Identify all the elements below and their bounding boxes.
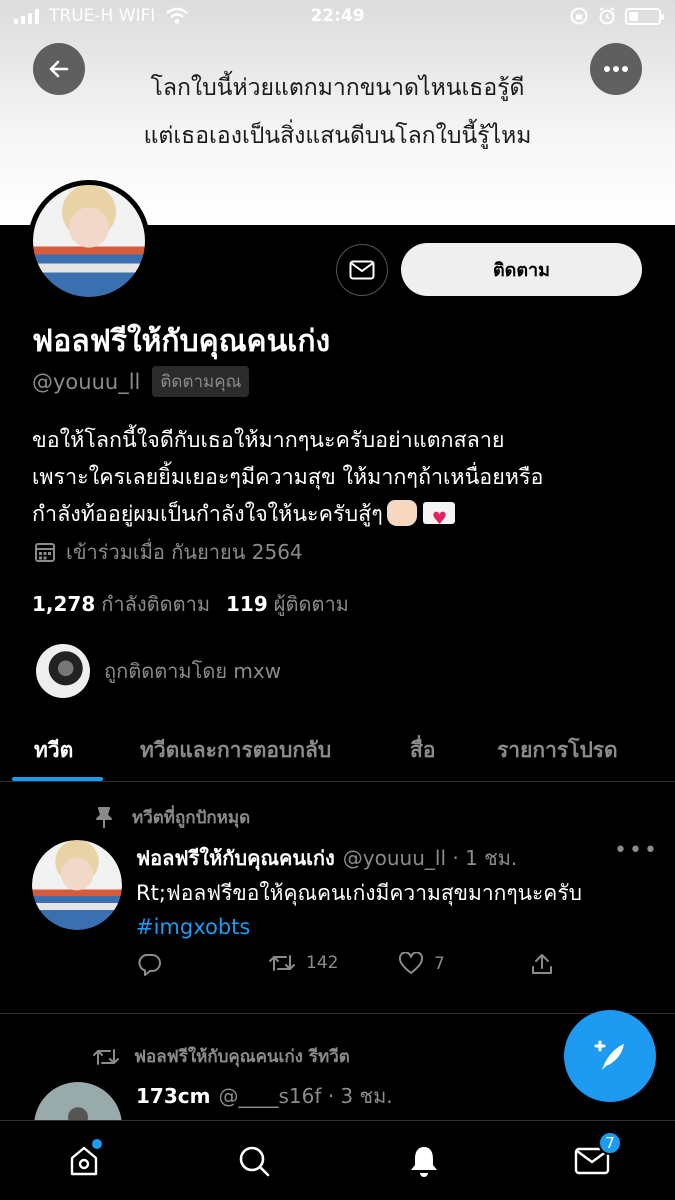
tab-tweets-replies[interactable]: ทวีตและการตอบกลับ <box>140 734 331 767</box>
bio-line: กำลังท้ออยู่ผมเป็นกำลังใจให้นะครับสู้ๆ <box>32 502 383 527</box>
tweet-author-name[interactable]: ฟอลฟรีให้กับคุณคนเก่ง <box>136 842 335 874</box>
retweeted-by-label: ฟอลฟรีให้กับคุณคนเก่ง รีทวีต <box>134 1047 350 1067</box>
following-count: 1,278 <box>32 592 96 616</box>
tweet-divider <box>0 1013 675 1014</box>
avatar-image <box>33 185 145 297</box>
profile-display-name: ฟอลฟรีให้กับคุณคนเก่ง <box>32 324 331 359</box>
battery-icon <box>625 7 664 25</box>
tweet-header: ฟอลฟรีให้กับคุณคนเก่ง @youuu_ll · 1 ชม. <box>136 842 517 874</box>
more-options-button[interactable] <box>590 43 642 95</box>
reply-button[interactable] <box>136 952 162 976</box>
bottom-navigation: 7 <box>0 1120 675 1200</box>
bio-line-last: กำลังท้ออยู่ผมเป็นกำลังใจให้นะครับสู้ๆ <box>32 496 652 538</box>
mail-icon <box>349 260 375 280</box>
banner-text-line1: โลกใบนี้ห่วยแตกมากขนาดไหนเธอรู้ดี <box>150 75 525 101</box>
compose-feather-icon <box>594 1040 624 1070</box>
profile-handle: @youuu_ll <box>32 369 141 394</box>
back-button[interactable] <box>33 43 85 95</box>
fist-emoji-icon <box>386 500 417 526</box>
search-icon <box>239 1146 270 1177</box>
active-tab-indicator <box>12 777 103 781</box>
tweet-author-name[interactable]: 173cm <box>136 1084 210 1108</box>
alarm-icon <box>599 7 615 25</box>
love-letter-emoji-icon <box>422 501 455 538</box>
handle-row: @youuu_ll ติดตามคุณ <box>32 366 250 397</box>
tab-media[interactable]: สื่อ <box>410 734 435 767</box>
tweet-text[interactable]: Rt;ฟอลฟรีขอให้คุณคนเก่งมีความสุขมากๆนะคร… <box>136 876 646 944</box>
retweet-icon <box>269 955 295 971</box>
joined-date: เข้าร่วมเมื่อ กันยายน 2564 <box>34 536 303 568</box>
followed-by-row[interactable]: ถูกติดตามโดย mxw <box>36 644 281 698</box>
bell-icon <box>411 1147 437 1177</box>
bio-line: ขอให้โลกนี้ใจดีกับเธอให้มากๆนะครับอย่าแต… <box>32 428 505 453</box>
tweet-actions: 142 7 <box>136 952 566 982</box>
hashtag-link[interactable]: #imgxobts <box>136 915 250 939</box>
more-horizontal-icon <box>604 66 628 72</box>
nav-home[interactable] <box>64 1139 104 1181</box>
follows-you-badge: ติดตามคุณ <box>152 366 250 397</box>
like-count: 7 <box>434 954 445 974</box>
pinned-indicator: ทวีตที่ถูกปักหมุด <box>92 804 250 831</box>
nav-notifications[interactable] <box>404 1141 444 1181</box>
following-link[interactable]: 1,278 กำลังติดตาม <box>32 588 210 620</box>
follow-button[interactable]: ติดตาม <box>401 243 642 296</box>
follow-stats: 1,278 กำลังติดตาม 119 ผู้ติดตาม <box>32 588 349 620</box>
tweet-author-avatar[interactable] <box>32 840 122 930</box>
share-icon <box>532 954 552 974</box>
reply-icon <box>138 954 161 976</box>
status-bar: TRUE-H WIFI 22:49 <box>0 0 675 34</box>
like-button[interactable]: 7 <box>398 952 445 976</box>
avatar-image <box>32 840 122 930</box>
tab-tweets[interactable]: ทวีต <box>34 734 73 767</box>
nav-messages[interactable]: 7 <box>572 1131 622 1181</box>
message-button[interactable] <box>336 244 388 296</box>
follower-avatar <box>36 644 90 698</box>
tweet-header: 173cm @____s16f · 3 ชม. <box>136 1080 393 1112</box>
retweet-count: 142 <box>306 953 339 973</box>
calendar-icon <box>35 543 55 562</box>
followers-link[interactable]: 119 ผู้ติดตาม <box>226 588 349 620</box>
nav-search[interactable] <box>234 1141 274 1181</box>
followers-count: 119 <box>226 592 268 616</box>
following-label: กำลังติดตาม <box>101 592 211 616</box>
compose-tweet-button[interactable] <box>564 1010 656 1102</box>
followers-label: ผู้ติดตาม <box>273 592 349 616</box>
rotation-lock-icon <box>570 7 588 25</box>
banner-text-line2: แต่เธอเองเป็นสิ่งแสนดีบนโลกใบนี้รู้ไหม <box>143 123 532 149</box>
heart-icon <box>398 952 424 974</box>
pinned-label: ทวีตที่ถูกปักหมุด <box>132 808 251 828</box>
tweet-handle-time: @____s16f · 3 ชม. <box>218 1084 393 1108</box>
share-button[interactable] <box>530 952 554 976</box>
retweet-button[interactable]: 142 <box>268 952 338 974</box>
retweet-icon <box>93 1048 119 1065</box>
profile-bio: ขอให้โลกนี้ใจดีกับเธอให้มากๆนะครับอย่าแต… <box>32 422 652 538</box>
tweet-handle-time: @youuu_ll · 1 ชม. <box>342 846 518 870</box>
new-content-dot <box>92 1139 102 1149</box>
joined-text: เข้าร่วมเมื่อ กันยายน 2564 <box>66 540 303 564</box>
pin-icon <box>96 806 112 828</box>
arrow-left-icon <box>49 60 69 78</box>
tab-likes[interactable]: รายการโปรด <box>497 734 618 767</box>
profile-avatar[interactable] <box>28 180 150 302</box>
bio-line: เพราะใครเลยยิ้มเยอะๆมีความสุข ให้มากๆถ้า… <box>32 465 544 490</box>
retweeted-by-indicator: ฟอลฟรีให้กับคุณคนเก่ง รีทวีต <box>92 1043 350 1070</box>
messages-badge: 7 <box>598 1131 622 1155</box>
tweet-more-button[interactable]: ••• <box>614 838 659 863</box>
followed-by-text: ถูกติดตามโดย mxw <box>104 659 282 683</box>
profile-tabs: ทวีต ทวีตและการตอบกลับ สื่อ รายการโปรด <box>0 720 675 782</box>
tweet-body: Rt;ฟอลฟรีขอให้คุณคนเก่งมีความสุขมากๆนะคร… <box>136 881 582 905</box>
